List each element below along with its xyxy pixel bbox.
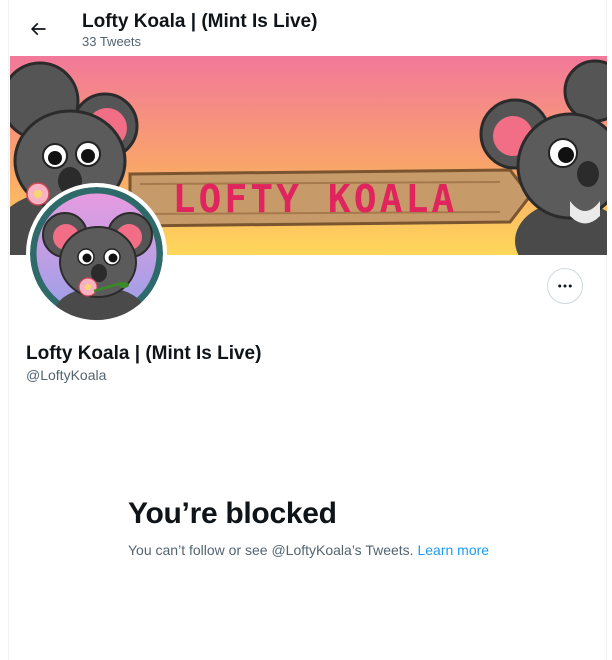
blocked-message: You can’t follow or see @LoftyKoala’s Tw… xyxy=(128,540,498,560)
profile-header: Lofty Koala | (Mint Is Live) 33 Tweets xyxy=(9,0,606,56)
blocked-message-text: You can’t follow or see @LoftyKoala’s Tw… xyxy=(128,542,414,558)
profile-page: Lofty Koala | (Mint Is Live) 33 Tweets L… xyxy=(8,0,607,660)
more-options-button[interactable] xyxy=(547,268,583,304)
wood-sign: LOFTY KOALA xyxy=(128,168,532,228)
more-dots-icon xyxy=(558,284,572,288)
blocked-title: You’re blocked xyxy=(128,497,337,530)
profile-handle: @LoftyKoala xyxy=(26,367,107,383)
learn-more-link[interactable]: Learn more xyxy=(417,542,489,558)
profile-avatar[interactable] xyxy=(26,183,167,324)
header-title: Lofty Koala | (Mint Is Live) xyxy=(82,11,318,32)
profile-display-name: Lofty Koala | (Mint Is Live) xyxy=(26,343,262,364)
banner-sign-text: LOFTY KOALA xyxy=(173,177,458,221)
tweet-count: 33 Tweets xyxy=(82,34,142,49)
arrow-left-icon xyxy=(30,22,46,36)
back-button[interactable] xyxy=(21,12,55,46)
